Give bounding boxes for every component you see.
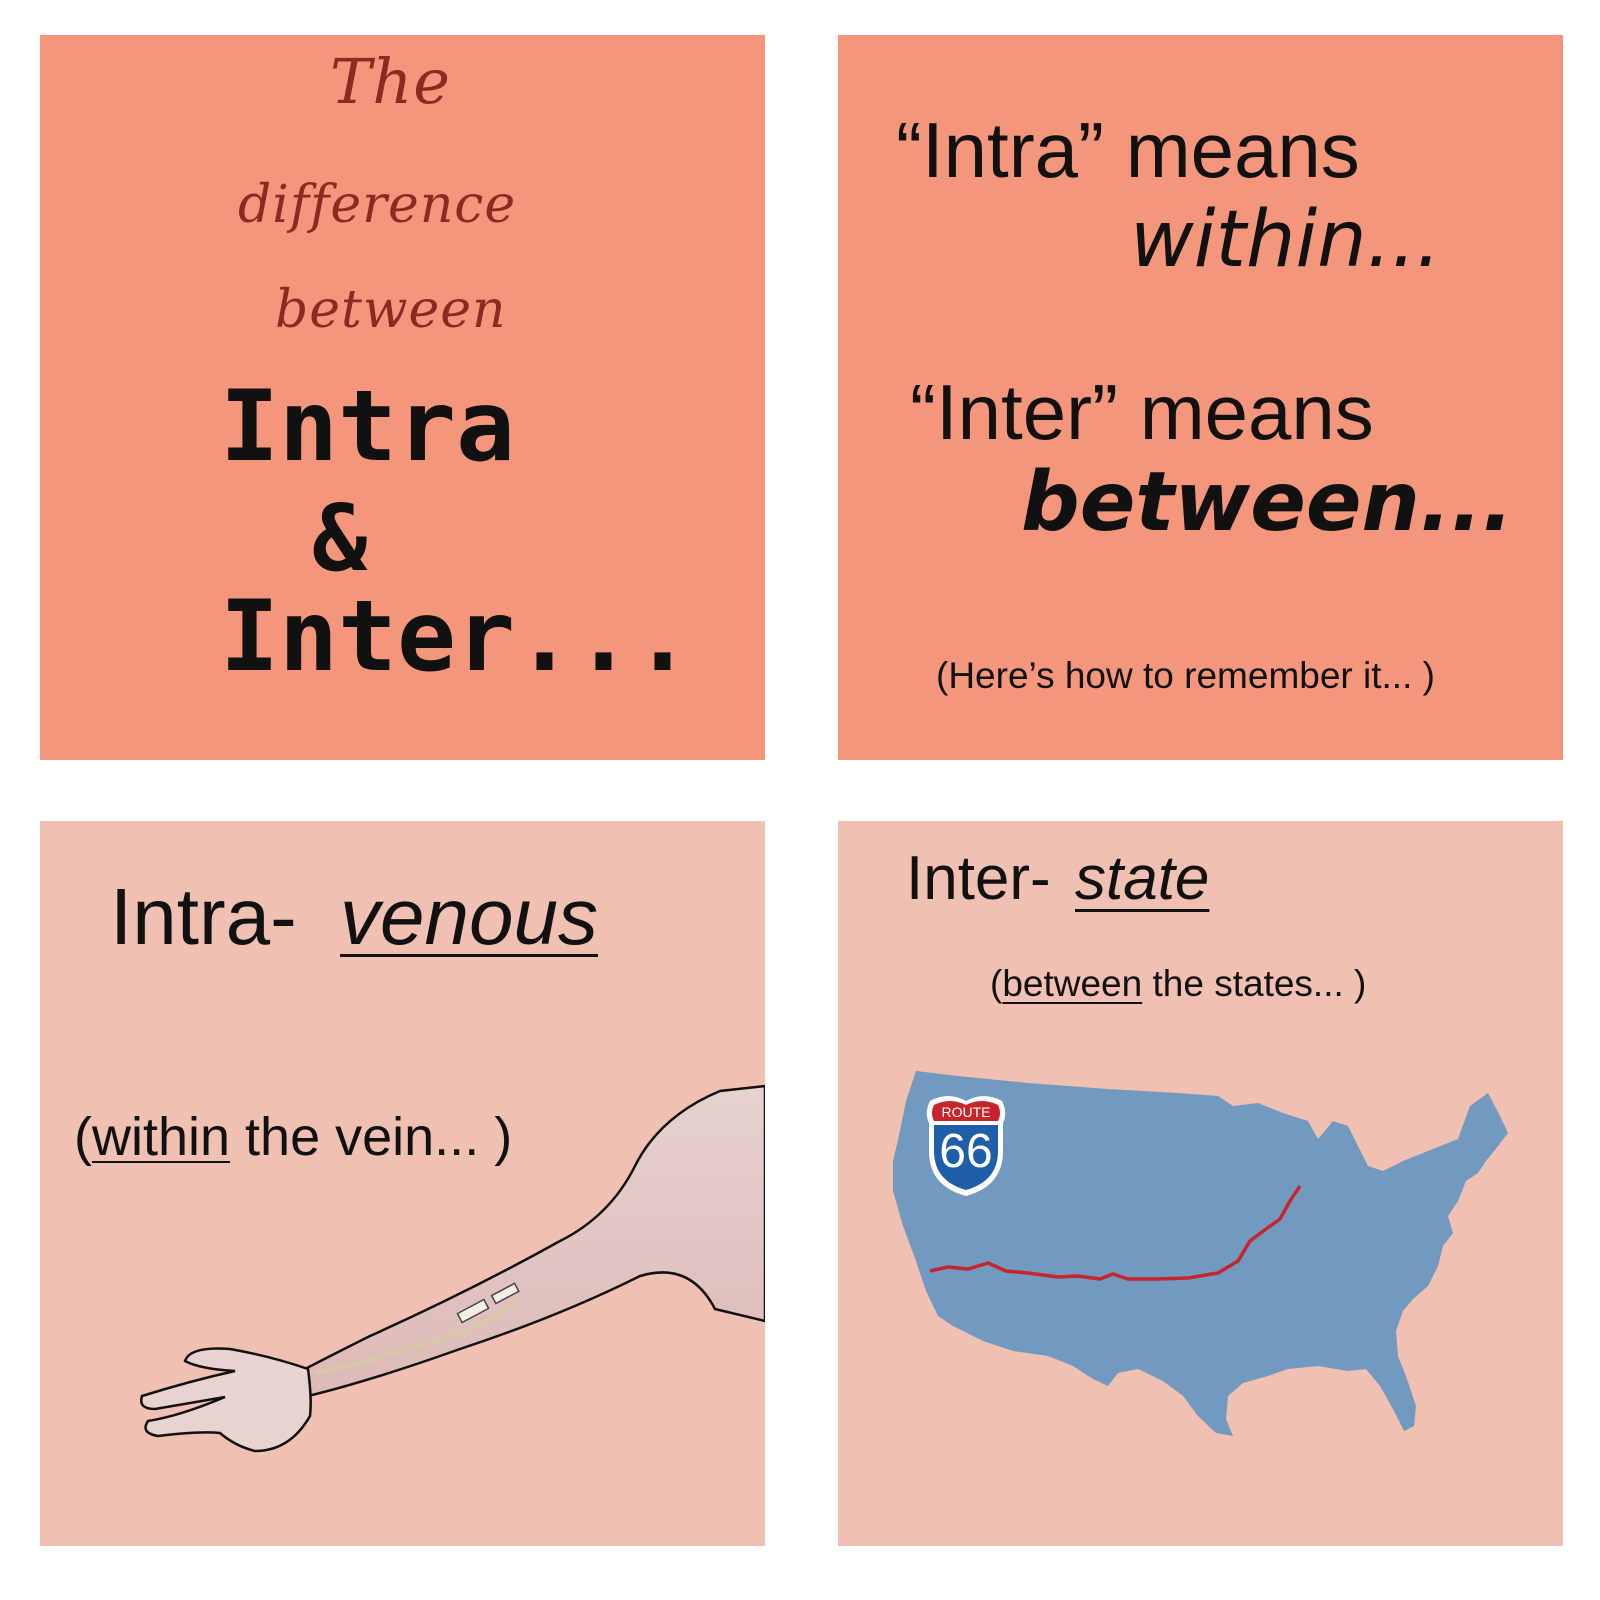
arm-shape xyxy=(303,1084,765,1398)
title-ampersand: & xyxy=(312,485,368,592)
intravenous-panel: Intra- venous (within the vein... ) xyxy=(40,821,765,1546)
title-the: The xyxy=(330,45,451,118)
title-between: between xyxy=(275,280,507,340)
title-panel: The difference between Intra & Inter... xyxy=(40,35,765,760)
title-intra: Intra xyxy=(220,370,516,484)
title-inter: Inter... xyxy=(220,580,693,694)
within-word: within... xyxy=(1130,195,1441,285)
definitions-panel: “Intra” means within... “Inter” means be… xyxy=(838,35,1563,760)
route-sign-label: ROUTE xyxy=(941,1104,991,1120)
intra-definition: “Intra” means xyxy=(896,106,1360,194)
inter-definition: “Inter” means xyxy=(910,368,1374,456)
hand-shape xyxy=(140,1347,312,1453)
usa-map-illustration xyxy=(893,1071,1508,1436)
between-word: between... xyxy=(1021,455,1514,550)
arm-with-iv-illustration xyxy=(140,1084,765,1453)
remember-note: (Here’s how to remember it... ) xyxy=(936,655,1435,696)
interstate-panel: Inter- state (between the states... ) RO… xyxy=(838,821,1563,1546)
title-difference: difference xyxy=(238,175,517,235)
route-sign-number: 66 xyxy=(939,1125,993,1178)
